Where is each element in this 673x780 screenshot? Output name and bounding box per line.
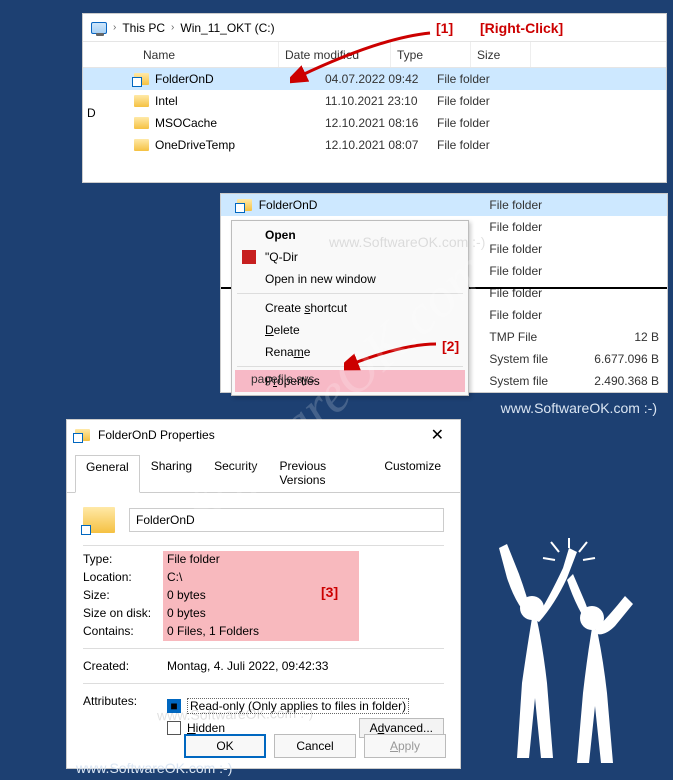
properties-dialog: FolderOnD Properties ✕ General Sharing S… [66, 419, 461, 769]
chevron-right-icon: › [111, 22, 118, 33]
cell-size: 12 B [580, 330, 659, 344]
label-hidden: Hidden [187, 721, 225, 735]
drive-letter-fragment: D [87, 106, 96, 120]
cell-name: Intel [151, 94, 325, 108]
cell-date: 12.10.2021 08:07 [325, 138, 437, 152]
annotation-3: [3] [321, 584, 338, 600]
tab-customize[interactable]: Customize [373, 454, 452, 492]
label-location: Location: [83, 570, 167, 584]
cell-size: 2.490.368 B [580, 374, 659, 388]
arrow-1-icon [290, 28, 440, 88]
cell-name: MSOCache [151, 116, 325, 130]
folder-icon [131, 117, 151, 129]
divider [83, 683, 444, 684]
cell-type: File folder [437, 72, 527, 86]
arrow-2-icon [344, 338, 444, 372]
cell-type: File folder [489, 264, 580, 278]
checkbox-readonly[interactable]: ■ [167, 699, 181, 713]
label-attributes: Attributes: [83, 694, 153, 708]
value-contains: 0 Files, 1 Folders [167, 624, 444, 638]
label-size: Size: [83, 588, 167, 602]
cell-date: 12.10.2021 08:16 [325, 116, 437, 130]
ok-button[interactable]: OK [184, 734, 266, 758]
menu-open-new-window[interactable]: Open in new window [235, 268, 465, 290]
folder-large-icon [83, 507, 115, 533]
watermark-outer-2: www.SoftwareOK.com :-) [76, 760, 232, 776]
cell-date: 11.10.2021 23:10 [325, 94, 437, 108]
label-type: Type: [83, 552, 167, 566]
cell-type: File folder [489, 220, 580, 234]
silhouette-highfive-icon [477, 538, 647, 768]
menu-open[interactable]: Open [235, 224, 465, 246]
cell-type: File folder [437, 138, 527, 152]
tab-security[interactable]: Security [203, 454, 268, 492]
watermark-outer-1: www.SoftwareOK.com :-) [501, 400, 657, 416]
value-size: 0 bytes [167, 588, 444, 602]
cell-type: System file [489, 352, 580, 366]
cell-type: File folder [489, 308, 580, 322]
cell-type: TMP File [489, 330, 580, 344]
value-created: Montag, 4. Juli 2022, 09:42:33 [167, 659, 444, 673]
cell-name: OneDriveTemp [151, 138, 325, 152]
menu-separator [237, 293, 463, 294]
cell-size: 6.677.096 B [580, 352, 659, 366]
cell-name: FolderOnD [255, 198, 490, 212]
folder-icon [131, 139, 151, 151]
annotation-1-text: [Right-Click] [480, 20, 563, 36]
value-location: C:\ [167, 570, 444, 584]
tab-previous-versions[interactable]: Previous Versions [268, 454, 373, 492]
qdir-icon [241, 250, 257, 264]
table-row[interactable]: OneDriveTemp12.10.2021 08:07File folder [83, 134, 666, 156]
titlebar[interactable]: FolderOnD Properties ✕ [67, 420, 460, 450]
cell-type: File folder [437, 94, 527, 108]
table-row[interactable]: FolderOnDFile folder [221, 194, 667, 216]
col-name[interactable]: Name [91, 42, 279, 67]
tab-sharing[interactable]: Sharing [140, 454, 203, 492]
table-row[interactable]: Intel11.10.2021 23:10File folder [83, 90, 666, 112]
label-readonly: Read-only (Only applies to files in fold… [187, 698, 409, 714]
annotation-2: [2] [442, 338, 459, 354]
dialog-title: FolderOnD Properties [98, 428, 215, 442]
checkbox-hidden[interactable] [167, 721, 181, 735]
cell-type: System file [489, 374, 580, 388]
cell-type: File folder [489, 242, 580, 256]
label-contains: Contains: [83, 624, 167, 638]
crumb-drive[interactable]: Win_11_OKT (C:) [180, 21, 274, 35]
menu-qdir[interactable]: "Q-Dir [235, 246, 465, 268]
chevron-right-icon: › [169, 22, 176, 33]
table-row[interactable]: MSOCache12.10.2021 08:16File folder [83, 112, 666, 134]
label-sizeondisk: Size on disk: [83, 606, 167, 620]
folder-icon [235, 199, 255, 211]
menu-create-shortcut[interactable]: Create shortcut [235, 297, 465, 319]
cancel-button[interactable]: Cancel [274, 734, 356, 758]
folder-icon [131, 73, 151, 85]
crumb-thispc[interactable]: This PC [122, 21, 165, 35]
divider [83, 648, 444, 649]
col-size[interactable]: Size [471, 42, 531, 67]
value-sizeondisk: 0 bytes [167, 606, 444, 620]
cell-type: File folder [489, 198, 580, 212]
close-button[interactable]: ✕ [423, 425, 452, 445]
folder-shortcut-icon [75, 429, 90, 441]
value-type: File folder [167, 552, 444, 566]
divider [83, 545, 444, 546]
apply-button[interactable]: Apply [364, 734, 446, 758]
tab-bar: General Sharing Security Previous Versio… [67, 454, 460, 493]
cell-type: File folder [437, 116, 527, 130]
folder-icon [131, 95, 151, 107]
thispc-icon [91, 22, 107, 34]
pagefile-label: pagefile.sys [251, 372, 314, 386]
tab-general[interactable]: General [75, 455, 140, 493]
explorer-window-context: FolderOnDFile folderFile folderFile fold… [220, 193, 668, 393]
label-created: Created: [83, 659, 167, 673]
folder-name-input[interactable] [129, 508, 444, 532]
